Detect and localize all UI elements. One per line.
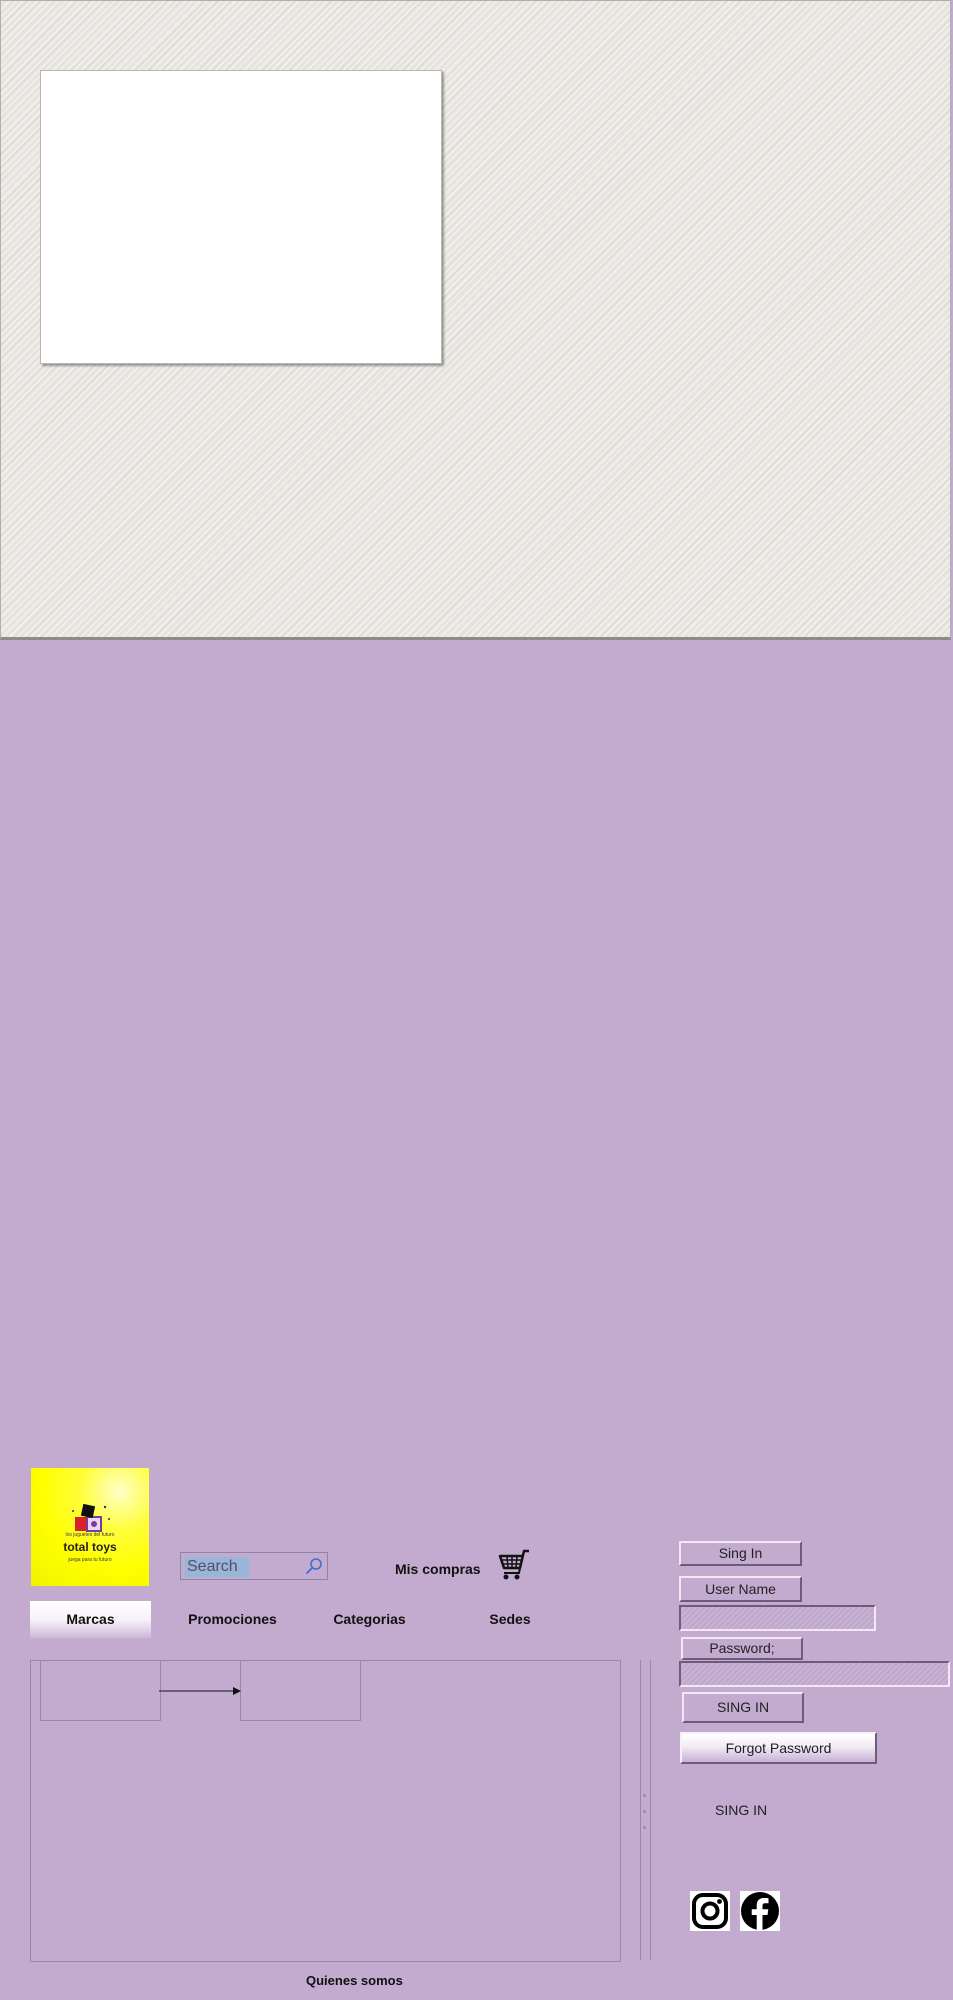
search-box xyxy=(180,1552,328,1580)
password-field[interactable] xyxy=(679,1661,950,1687)
logo-brand-name: total toys xyxy=(63,1540,117,1554)
scroll-grip-dot xyxy=(643,1794,646,1797)
facebook-icon[interactable] xyxy=(740,1891,780,1931)
toy-blocks-icon xyxy=(72,1503,110,1532)
forgot-password-button[interactable]: Forgot Password xyxy=(680,1732,877,1764)
username-field[interactable] xyxy=(679,1605,876,1631)
shopping-cart-icon[interactable] xyxy=(496,1548,532,1582)
scroll-grip-dot xyxy=(643,1826,646,1829)
search-icon[interactable] xyxy=(304,1556,324,1576)
username-label: User Name xyxy=(679,1576,802,1602)
logo-tagline-bottom: juega para tu futuro xyxy=(68,1557,112,1563)
tab-marcas[interactable]: Marcas xyxy=(30,1601,151,1638)
hero-image-placeholder xyxy=(40,70,442,364)
tab-categorias[interactable]: Categorias xyxy=(316,1601,423,1638)
sign-in-title: Sing In xyxy=(679,1541,802,1566)
sign-in-button[interactable]: SING IN xyxy=(682,1692,804,1723)
brand-logo[interactable]: los juguetes del futuro total toys juega… xyxy=(31,1468,149,1586)
logo-tagline-top: los juguetes del futuro xyxy=(65,1532,115,1538)
password-label: Password; xyxy=(681,1637,803,1660)
flow-arrow xyxy=(159,1687,241,1695)
tab-sedes[interactable]: Sedes xyxy=(470,1601,550,1638)
scrollbar-track[interactable] xyxy=(650,1660,651,1960)
flow-box-left xyxy=(40,1660,161,1721)
tab-promociones[interactable]: Promociones xyxy=(176,1601,289,1638)
sign-in-link[interactable]: SING IN xyxy=(715,1802,767,1818)
about-us-link[interactable]: Quienes somos xyxy=(306,1973,403,1988)
divider-line xyxy=(640,1660,641,1960)
scroll-grip-dot xyxy=(643,1810,646,1813)
my-purchases-link[interactable]: Mis compras xyxy=(395,1561,481,1577)
flow-box-right xyxy=(240,1660,361,1721)
instagram-icon[interactable] xyxy=(690,1891,730,1931)
search-input[interactable] xyxy=(185,1557,249,1577)
